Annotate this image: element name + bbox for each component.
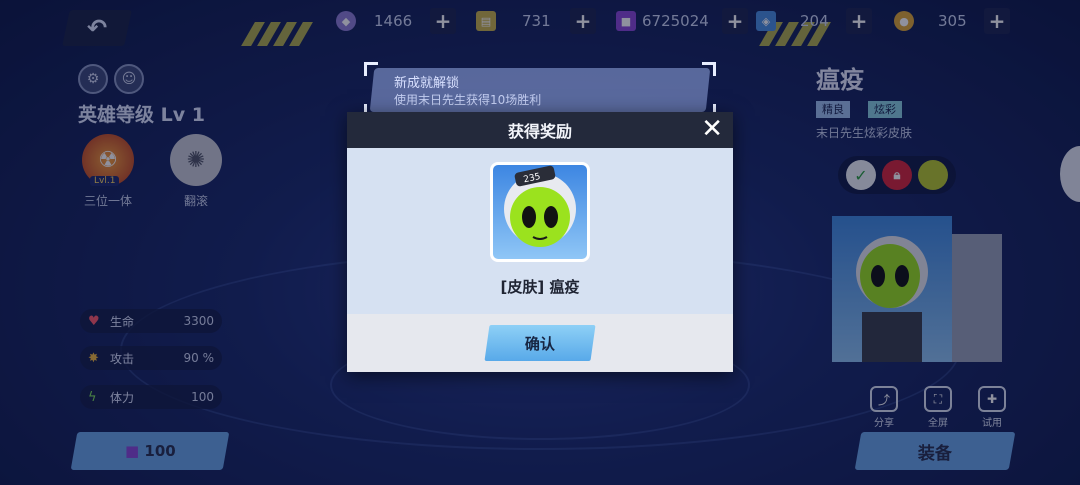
share-button[interactable]: ⤴ 分享 <box>862 386 906 429</box>
back-button[interactable]: ↶ <box>62 10 132 46</box>
currency-value: 731 <box>522 12 551 30</box>
add-gem-button[interactable]: + <box>430 8 456 34</box>
toast-title: 新成就解锁 <box>394 76 460 91</box>
try-button[interactable]: ✚ 试用 <box>970 386 1014 429</box>
side-toggle-button[interactable] <box>1060 146 1080 202</box>
equip-label: 装备 <box>918 443 952 464</box>
toast-message: 使用末日先生获得10场胜利 <box>394 93 542 107</box>
roll-skill-icon: ✺ <box>170 134 222 186</box>
tag-chroma: 炫彩 <box>868 101 902 118</box>
reward-modal: 获得奖励 ✕ 235 [皮肤] 瘟疫 确认 <box>347 112 733 372</box>
skill-label: 三位一体 <box>83 194 132 208</box>
skill-roll[interactable]: ✺ 翻滚 <box>168 134 224 209</box>
currency-crystal: ◈ 204 + <box>756 8 872 34</box>
chroma-swatches: ✓ 🔒︎ <box>838 156 956 194</box>
tag-quality: 精良 <box>816 101 850 118</box>
modal-header: 获得奖励 ✕ <box>347 112 733 148</box>
back-arrow-icon: ↶ <box>86 14 108 42</box>
gem-coin-icon: ◆ <box>336 11 356 31</box>
decor-stripes-left <box>241 22 313 46</box>
stat-hp: ♥ 生命 3300 <box>80 309 222 333</box>
currency-cube: ■ 6725024 + <box>616 8 748 34</box>
close-icon[interactable]: ✕ <box>701 116 723 142</box>
currency-value: 6725024 <box>642 12 709 30</box>
ticket-icon: ▤ <box>476 11 496 31</box>
fullscreen-icon: ⛶ <box>924 386 952 412</box>
share-icon: ⤴ <box>870 386 898 412</box>
currency-ticket: ▤ 731 + <box>476 8 596 34</box>
modal-footer: 确认 <box>347 314 733 372</box>
blue-crystal-icon: ◈ <box>756 11 776 31</box>
modal-body: 235 [皮肤] 瘟疫 <box>347 148 733 314</box>
stat-attack: ✸ 攻击 90 % <box>80 346 222 370</box>
currency-value: 1466 <box>374 12 413 30</box>
skin-description: 末日先生炫彩皮肤 <box>816 126 913 140</box>
trinity-skill-icon: ☢ Lvl.1 <box>82 134 134 186</box>
skin-card-behind <box>952 234 1002 362</box>
hero-level: 英雄等级 Lv 1 <box>78 104 205 126</box>
add-gold-button[interactable]: + <box>984 8 1010 34</box>
add-cube-button[interactable]: + <box>722 8 748 34</box>
skin-title: 瘟疫 <box>816 66 864 94</box>
heart-icon: ♥ <box>88 313 100 329</box>
stat-name: 体力 <box>110 390 135 405</box>
gear-icon[interactable]: ⚙ <box>78 64 108 94</box>
stat-stamina: ϟ 体力 100 <box>80 385 222 409</box>
skill-level-badge: Lvl.1 <box>90 176 120 186</box>
lock-swatch[interactable]: 🔒︎ <box>882 160 912 190</box>
buy-hero-button[interactable]: ■ 100 <box>70 432 230 470</box>
add-ticket-button[interactable]: + <box>570 8 596 34</box>
currency-value: 204 <box>800 12 829 30</box>
currency-gold: ● 305 + <box>894 8 1010 34</box>
modal-title: 获得奖励 <box>507 122 572 141</box>
confirm-label: 确认 <box>524 334 555 353</box>
purple-cube-icon: ■ <box>616 11 636 31</box>
gold-coin-icon: ● <box>894 11 914 31</box>
alien-head-icon: 235 <box>504 165 576 247</box>
try-label: 试用 <box>982 418 1002 429</box>
attack-icon: ✸ <box>88 350 99 366</box>
stat-value: 90 % <box>183 351 215 365</box>
stamina-icon: ϟ <box>88 389 97 405</box>
robot-face-icon[interactable]: ☺ <box>114 64 144 94</box>
fullscreen-button[interactable]: ⛶ 全屏 <box>916 386 960 429</box>
check-swatch[interactable]: ✓ <box>846 160 876 190</box>
stat-value: 100 <box>191 390 214 404</box>
skill-trinity[interactable]: ☢ Lvl.1 三位一体 <box>80 134 136 209</box>
fullscreen-label: 全屏 <box>928 418 948 429</box>
gamepad-icon: ✚ <box>978 386 1006 412</box>
equip-button[interactable]: 装备 <box>854 432 1016 470</box>
share-label: 分享 <box>874 418 894 429</box>
achievement-toast: 新成就解锁 使用末日先生获得10场胜利 <box>364 62 716 118</box>
skin-preview-card[interactable] <box>832 216 952 362</box>
green-swatch[interactable] <box>918 160 948 190</box>
buy-price: 100 <box>144 442 176 460</box>
hero-class-icons: ⚙ ☺ <box>78 64 144 94</box>
stat-name: 攻击 <box>110 351 135 366</box>
purple-cube-icon: ■ <box>124 442 139 460</box>
confirm-button[interactable]: 确认 <box>484 325 596 361</box>
stat-value: 3300 <box>183 314 214 328</box>
currency-gem: ◆ 1466 + <box>336 8 456 34</box>
stat-name: 生命 <box>110 314 135 329</box>
skill-label: 翻滚 <box>183 194 208 208</box>
add-crystal-button[interactable]: + <box>846 8 872 34</box>
reward-name: [皮肤] 瘟疫 <box>500 278 580 296</box>
currency-value: 305 <box>938 12 967 30</box>
reward-item-icon[interactable]: 235 <box>490 162 590 262</box>
alien-preview-art <box>856 236 928 362</box>
